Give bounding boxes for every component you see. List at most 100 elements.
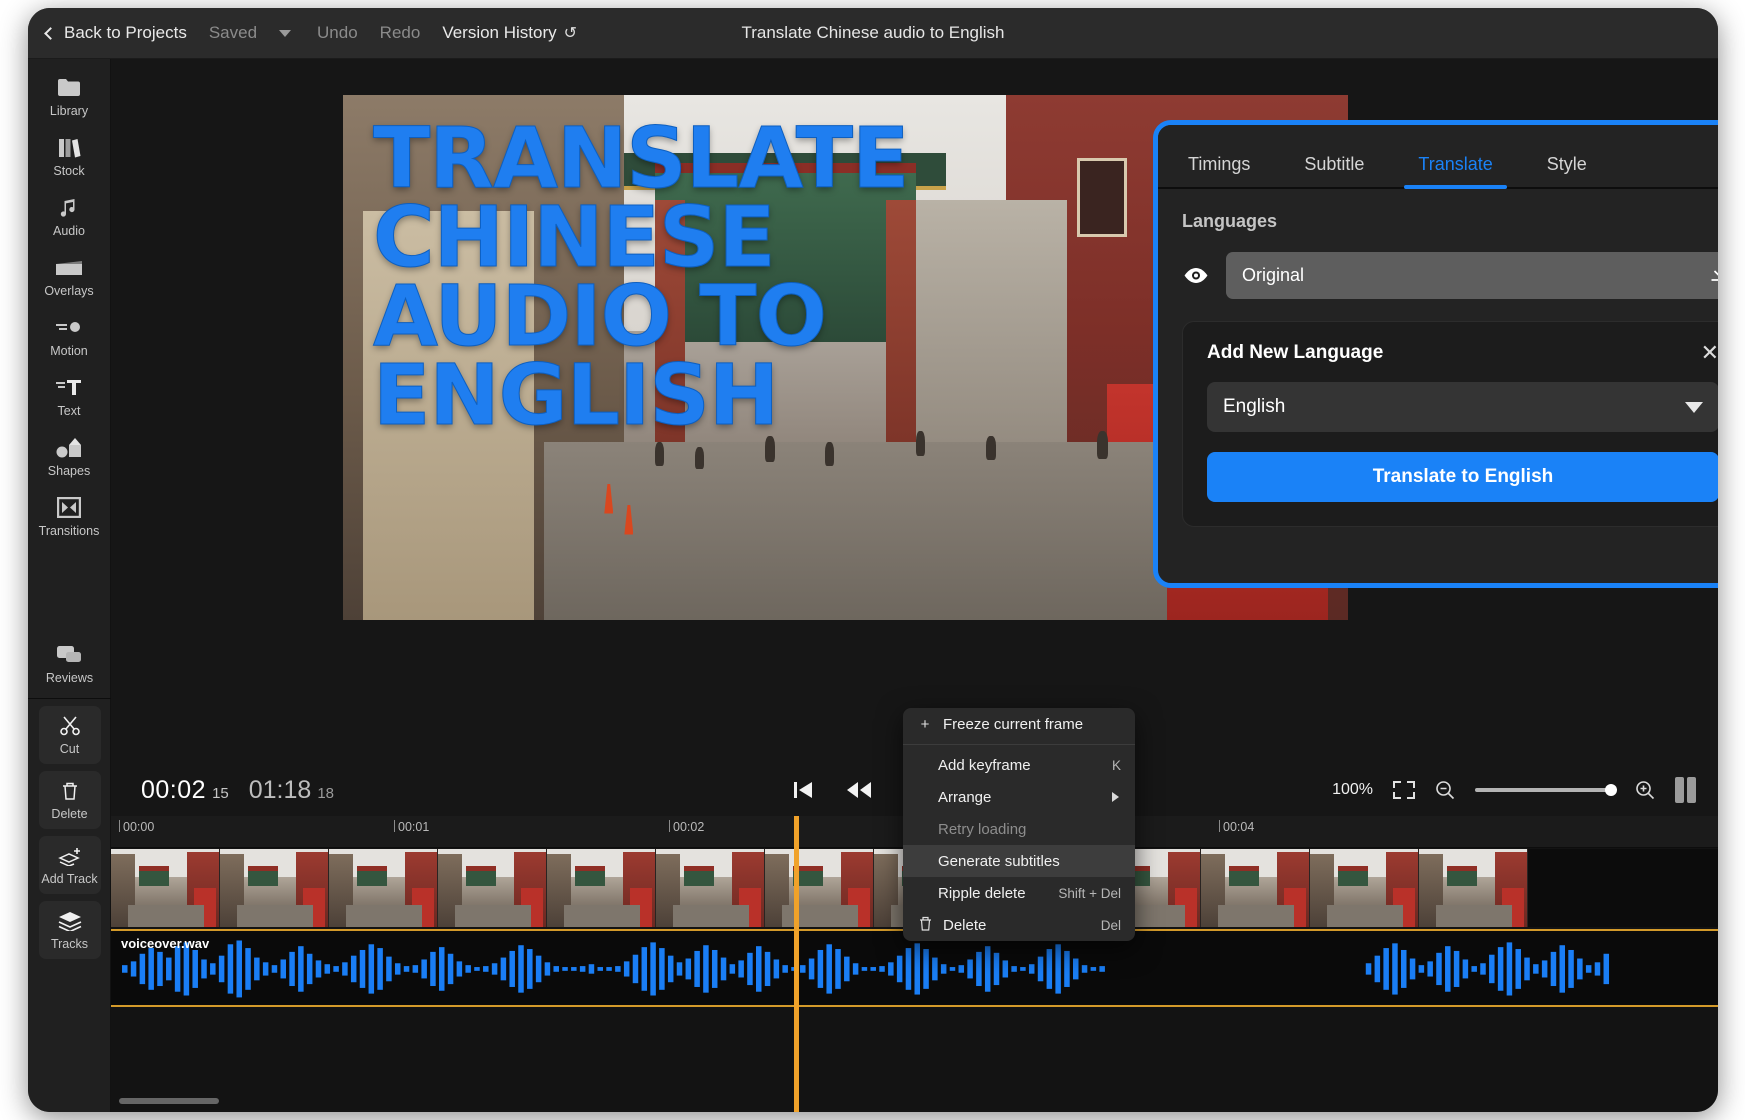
context-menu-item-label: Freeze current frame xyxy=(943,715,1084,733)
sidebar-item-label: Overlays xyxy=(44,283,94,298)
saved-label: Saved xyxy=(208,23,258,42)
tab-label: Translate xyxy=(1418,154,1493,174)
sidebar-item-audio[interactable]: Audio xyxy=(28,187,110,247)
tab-timings[interactable]: Timings xyxy=(1174,154,1264,187)
tab-subtitle[interactable]: Subtitle xyxy=(1290,154,1378,187)
playhead[interactable] xyxy=(794,816,799,1112)
scene-person xyxy=(825,441,835,466)
fit-to-screen-icon[interactable] xyxy=(1393,781,1415,799)
sidebar-item-label: Text xyxy=(57,403,81,418)
video-overlay-title: Translate Chinese audio to English xyxy=(373,109,910,444)
sidebar-item-text[interactable]: Text xyxy=(28,367,110,427)
add-new-language-card: Add New Language ✕ English Translate to … xyxy=(1182,321,1718,527)
sidebar-item-shapes[interactable]: Shapes xyxy=(28,427,110,487)
thumbnail xyxy=(220,849,329,927)
sidebar-item-label: Library xyxy=(49,103,89,118)
tool-label: Delete xyxy=(51,806,88,821)
tab-translate[interactable]: Translate xyxy=(1404,154,1508,189)
add-track-icon xyxy=(57,845,82,867)
original-language-select[interactable]: Original xyxy=(1226,252,1718,299)
download-icon[interactable] xyxy=(1710,263,1718,288)
language-dropdown[interactable]: English xyxy=(1207,382,1718,432)
tab-style[interactable]: Style xyxy=(1533,154,1601,187)
context-menu-item-ripple-delete[interactable]: Ripple delete Shift + Del xyxy=(903,877,1135,909)
eye-icon[interactable] xyxy=(1182,267,1210,284)
back-to-projects-label: Back to Projects xyxy=(64,23,187,42)
zoom-slider-handle[interactable] xyxy=(1605,784,1617,796)
context-menu-item-add-keyframe[interactable]: Add keyframe K xyxy=(903,749,1135,781)
sidebar-item-label: Stock xyxy=(53,163,85,178)
thumbnail xyxy=(1310,849,1419,927)
ruler-tick-label: 00:00 xyxy=(123,820,155,834)
overlay-icon xyxy=(55,257,83,279)
sidebar-item-overlays[interactable]: Overlays xyxy=(28,247,110,307)
thumbnail xyxy=(765,849,874,927)
thumbnail xyxy=(547,849,656,927)
ruler-tick-label: 00:02 xyxy=(673,820,705,834)
tool-label: Add Track xyxy=(41,871,98,886)
saved-dropdown-button[interactable] xyxy=(279,29,292,37)
audio-clip-name: voiceover.wav xyxy=(121,936,210,951)
context-menu-item-arrange[interactable]: Arrange xyxy=(903,781,1135,813)
split-view-icon[interactable] xyxy=(1675,777,1696,803)
sidebar-item-library[interactable]: Library xyxy=(28,67,110,127)
redo-button[interactable]: Redo xyxy=(380,23,421,43)
context-menu-item-freeze-current-frame[interactable]: + Freeze current frame xyxy=(903,708,1135,740)
context-menu-item-label: Add keyframe xyxy=(938,756,1031,774)
music-note-icon xyxy=(58,197,80,219)
sidebar-item-stock[interactable]: Stock xyxy=(28,127,110,187)
sidebar-item-motion[interactable]: Motion xyxy=(28,307,110,367)
zoom-slider[interactable] xyxy=(1475,784,1617,796)
version-history-label: Version History xyxy=(442,23,557,42)
zoom-in-icon[interactable] xyxy=(1635,780,1655,800)
folder-icon xyxy=(57,77,81,99)
motion-icon xyxy=(56,317,82,339)
tool-delete-button[interactable]: Delete xyxy=(38,771,101,829)
original-language-row: Original xyxy=(1182,252,1718,299)
scene-window xyxy=(1076,158,1127,237)
saved-status: Saved xyxy=(209,23,257,43)
context-menu-item-retry-loading: Retry loading xyxy=(903,813,1135,845)
back-to-projects-button[interactable]: Back to Projects xyxy=(44,23,187,43)
context-menu-item-delete[interactable]: Delete Del xyxy=(903,909,1135,941)
context-menu-divider xyxy=(903,744,1135,745)
sidebar-item-reviews[interactable]: Reviews xyxy=(28,634,111,694)
skip-to-start-icon[interactable] xyxy=(792,780,814,800)
scissors-icon xyxy=(59,715,80,737)
zoom-out-icon[interactable] xyxy=(1435,780,1455,800)
sidebar-item-transitions[interactable]: Transitions xyxy=(28,487,110,547)
thumbnail xyxy=(1201,849,1310,927)
shapes-icon xyxy=(56,437,83,459)
version-history-button[interactable]: Version History ↺ xyxy=(442,23,577,43)
languages-heading: Languages xyxy=(1182,211,1278,231)
tab-label: Style xyxy=(1546,154,1587,174)
close-icon[interactable]: ✕ xyxy=(1701,342,1718,364)
scene-road xyxy=(544,441,1168,620)
scene-person xyxy=(654,441,664,466)
books-icon xyxy=(58,137,81,159)
context-menu-item-generate-subtitles[interactable]: Generate subtitles xyxy=(903,845,1135,877)
add-new-language-title: Add New Language xyxy=(1207,342,1384,363)
tool-label: Cut xyxy=(59,741,80,756)
undo-button[interactable]: Undo xyxy=(317,23,358,43)
ruler-tick-label: 00:01 xyxy=(398,820,430,834)
reviews-icon xyxy=(56,644,83,666)
panel-body: Languages Original Add New Language ✕ En… xyxy=(1158,189,1718,549)
tool-cut-button[interactable]: Cut xyxy=(38,706,101,764)
tool-add-track-button[interactable]: Add Track xyxy=(38,836,101,894)
thumbnail xyxy=(656,849,765,927)
viewer-controls: 100% xyxy=(1332,777,1696,803)
sidebar-item-label: Transitions xyxy=(38,523,100,538)
chevron-right-icon xyxy=(1112,792,1119,802)
horizontal-scrollbar[interactable] xyxy=(119,1098,219,1104)
context-menu-shortcut: K xyxy=(1111,757,1121,773)
original-language-label: Original xyxy=(1242,265,1305,285)
thumbnail xyxy=(111,849,220,927)
sidebar-divider xyxy=(28,698,111,699)
translate-to-english-button[interactable]: Translate to English xyxy=(1207,452,1718,502)
context-menu-item-label: Delete xyxy=(943,916,987,934)
tool-tracks-button[interactable]: Tracks xyxy=(38,901,101,959)
rewind-icon[interactable] xyxy=(846,781,872,799)
zoom-percent[interactable]: 100% xyxy=(1332,781,1373,799)
sidebar-item-label: Reviews xyxy=(45,670,94,685)
